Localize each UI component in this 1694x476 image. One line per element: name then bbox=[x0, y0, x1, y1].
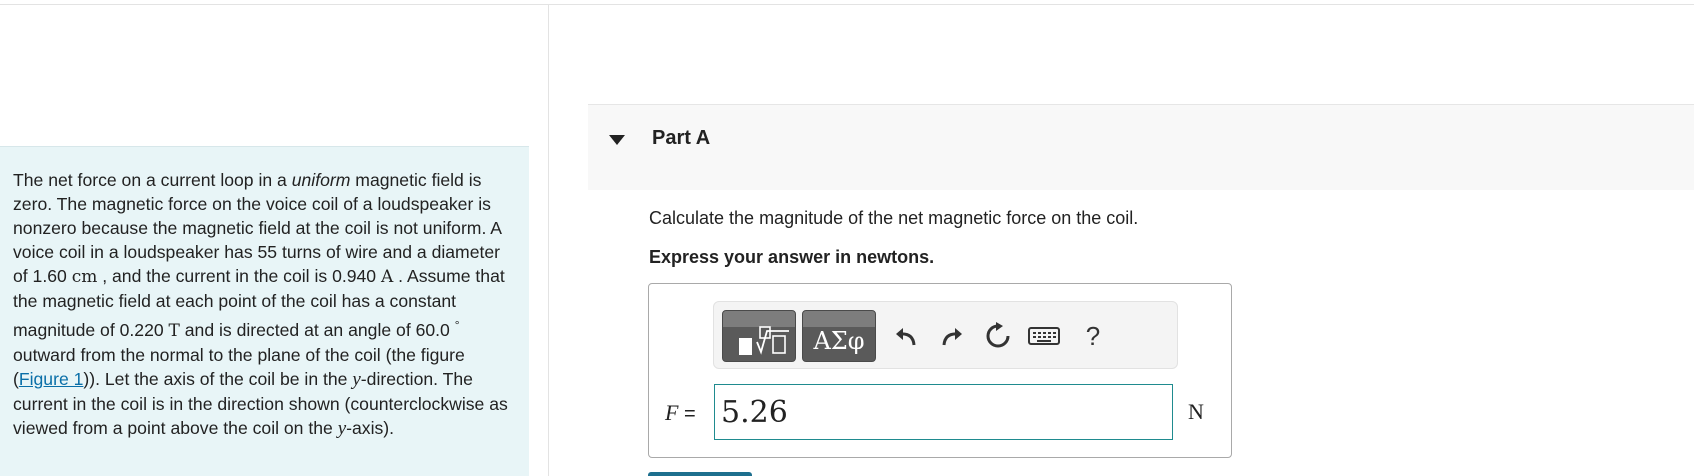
problem-text-emphasis: uniform bbox=[291, 170, 351, 190]
part-title: Part A bbox=[652, 127, 711, 149]
part-a-header[interactable]: Part A bbox=[588, 104, 1694, 190]
equals-sign: = bbox=[678, 403, 696, 425]
math-toolbar: ΑΣφ ? bbox=[713, 301, 1178, 369]
problem-statement-panel: The net force on a current loop in a uni… bbox=[0, 146, 529, 476]
math-variable-y: y bbox=[337, 417, 347, 439]
problem-text-segment: and is directed at an angle of 60.0 bbox=[179, 319, 455, 340]
undo-icon[interactable] bbox=[889, 320, 923, 352]
help-button[interactable]: ? bbox=[1076, 320, 1110, 352]
answer-variable: F bbox=[665, 400, 679, 425]
top-divider bbox=[0, 4, 1694, 5]
problem-text: The net force on a current loop in a uni… bbox=[13, 168, 518, 441]
keyboard-icon[interactable] bbox=[1027, 320, 1061, 352]
reset-icon[interactable] bbox=[981, 320, 1015, 352]
unit-ampere: A bbox=[380, 267, 394, 287]
question-prompt: Calculate the magnitude of the net magne… bbox=[649, 208, 1139, 228]
problem-text-segment: , and the current in the coil is 0.940 bbox=[97, 266, 381, 286]
column-divider bbox=[548, 4, 549, 476]
answer-unit: N bbox=[1188, 399, 1204, 424]
templates-icon bbox=[739, 326, 789, 355]
math-variable-y: y bbox=[352, 368, 361, 390]
figure-1-link[interactable]: Figure 1 bbox=[19, 369, 84, 389]
unit-degree: ° bbox=[454, 318, 460, 332]
symbols-label: ΑΣφ bbox=[813, 327, 865, 355]
answer-variable-label: F = bbox=[665, 400, 696, 426]
answer-instruction: Express your answer in newtons. bbox=[649, 247, 935, 267]
submit-button[interactable] bbox=[648, 472, 752, 476]
unit-tesla: T bbox=[168, 320, 180, 341]
problem-text-segment: The net force on a current loop in a bbox=[13, 170, 292, 190]
problem-text-segment: )). Let the axis of the coil be in the bbox=[83, 368, 353, 389]
collapse-caret-icon[interactable] bbox=[609, 135, 625, 145]
answer-box: ΑΣφ ? F = N bbox=[648, 283, 1232, 458]
redo-icon[interactable] bbox=[935, 320, 969, 352]
symbols-button[interactable]: ΑΣφ bbox=[802, 310, 876, 362]
problem-text-segment: -axis). bbox=[346, 417, 395, 438]
templates-button[interactable] bbox=[722, 310, 796, 362]
unit-cm: cm bbox=[71, 267, 98, 287]
answer-input[interactable] bbox=[714, 384, 1173, 440]
